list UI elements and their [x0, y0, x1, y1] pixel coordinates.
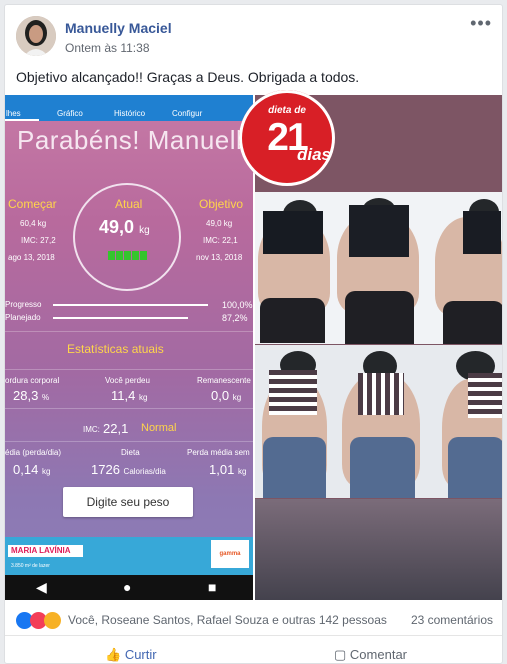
ad-logo: gamma	[211, 540, 249, 568]
current-weight: 49,0 kg	[99, 217, 150, 237]
progress-segment	[132, 251, 139, 260]
wow-reaction-icon	[44, 612, 61, 629]
logo-word: dias	[297, 145, 332, 164]
progress-segment	[108, 251, 115, 260]
like-button[interactable]: 👍 Curtir	[105, 647, 157, 663]
imc-value: 22,1	[103, 421, 129, 436]
diet-value: 1726 Calorias/dia	[91, 462, 166, 477]
more-options-icon[interactable]: •••	[470, 13, 492, 34]
goal-date: nov 13, 2018	[196, 253, 243, 262]
top-icon	[263, 211, 323, 254]
planned-label: Planejado	[5, 313, 41, 322]
start-weight: 60,4 kg	[20, 219, 47, 228]
pants-icon	[345, 291, 414, 344]
progress-label: Progresso	[5, 300, 42, 309]
comment-button[interactable]: ▢ Comentar	[334, 647, 407, 663]
post-actions: 👍 Curtir ▢ Comentar	[5, 640, 502, 663]
divider	[5, 331, 253, 332]
tab-details: lhes	[6, 109, 21, 118]
remaining-value: 0,0 kg	[211, 388, 242, 403]
planned-value: 87,2%	[222, 313, 248, 323]
post-timestamp[interactable]: Ontem às 11:38	[65, 41, 150, 55]
imc-label: IMC:	[83, 425, 100, 434]
daily-loss-value: 0,14 kg	[13, 462, 51, 477]
android-navigation: ◀ ● ■	[5, 575, 253, 600]
lost-label: Você perdeu	[105, 376, 150, 385]
reaction-summary[interactable]: Você, Roseane Santos, Rafael Souza e out…	[5, 603, 502, 636]
imc-status: Normal	[141, 422, 177, 434]
jeans-icon	[350, 437, 415, 498]
striped-top-icon	[358, 373, 404, 415]
ad-banner[interactable]: MARIA LAVÍNIA 3.850 m² de lazer gamma	[5, 537, 253, 575]
pants-icon	[260, 298, 325, 343]
start-date: ago 13, 2018	[8, 253, 55, 262]
ad-text: 3.850 m² de lazer	[11, 563, 50, 569]
weekly-loss-label: Perda média sem	[187, 448, 250, 457]
app-tabs: lhes Gráfico Histórico Configur	[5, 95, 253, 121]
lost-value: 11,4 kg	[111, 388, 148, 403]
21-days-logo: dieta de 21 dias	[239, 90, 335, 186]
tab-settings: Configur	[172, 109, 203, 118]
active-tab-indicator	[5, 119, 39, 121]
logo-top-text: dieta de	[268, 105, 306, 116]
progress-segment	[116, 251, 123, 260]
start-label: Começar	[8, 197, 57, 211]
post-text: Objetivo alcançado!! Graças a Deus. Obri…	[16, 69, 360, 85]
top-icon	[349, 205, 409, 257]
comment-count[interactable]: 23 comentários	[411, 613, 493, 627]
profile-photo-icon	[16, 16, 56, 56]
striped-top-icon	[468, 373, 502, 418]
goal-label: Objetivo	[199, 197, 244, 211]
congratulations-title: Parabéns! Manuelly	[17, 125, 253, 155]
reaction-names[interactable]: Você, Roseane Santos, Rafael Souza e out…	[68, 613, 387, 627]
pants-icon	[443, 301, 502, 344]
author-avatar[interactable]	[16, 16, 56, 56]
daily-loss-label: édia (perda/dia)	[5, 448, 62, 457]
progress-bar	[53, 304, 208, 306]
striped-top-icon	[269, 370, 317, 415]
progress-value: 100,0%	[222, 300, 253, 310]
facebook-post: Manuelly Maciel Ontem às 11:38 ••• Objet…	[4, 4, 503, 664]
divider	[5, 408, 253, 409]
divider	[5, 369, 253, 370]
jeans-icon	[448, 437, 502, 498]
remaining-label: Remanescente	[197, 376, 251, 385]
enter-weight-button[interactable]: Digite seu peso	[63, 487, 193, 517]
body-fat-value: 28,3 %	[13, 388, 50, 403]
back-icon[interactable]: ◀	[36, 579, 47, 596]
divider	[5, 441, 253, 442]
tab-chart: Gráfico	[57, 109, 83, 118]
progress-segment	[124, 251, 131, 260]
current-stats-title: Estatísticas atuais	[67, 342, 164, 356]
recent-apps-icon[interactable]: ■	[208, 579, 216, 595]
tab-history: Histórico	[114, 109, 146, 118]
home-icon[interactable]: ●	[123, 579, 131, 595]
start-imc: IMC: 27,2	[21, 236, 56, 245]
body-fat-label: ordura corporal	[5, 376, 60, 385]
jeans-icon	[263, 437, 326, 498]
planned-bar	[53, 317, 188, 319]
goal-imc: IMC: 22,1	[203, 236, 238, 245]
app-screenshot: lhes Gráfico Histórico Configur Parabéns…	[5, 95, 253, 600]
ad-title: MARIA LAVÍNIA	[8, 545, 83, 557]
photo-footer	[255, 499, 502, 600]
weekly-loss-value: 1,01 kg	[209, 462, 247, 477]
post-media[interactable]: lhes Gráfico Histórico Configur Parabéns…	[5, 90, 502, 600]
current-label: Atual	[115, 197, 143, 211]
progress-segment	[140, 251, 147, 260]
diet-label: Dieta	[121, 448, 140, 457]
goal-weight: 49,0 kg	[206, 219, 233, 228]
top-icon	[463, 211, 501, 254]
author-name[interactable]: Manuelly Maciel	[65, 20, 172, 36]
